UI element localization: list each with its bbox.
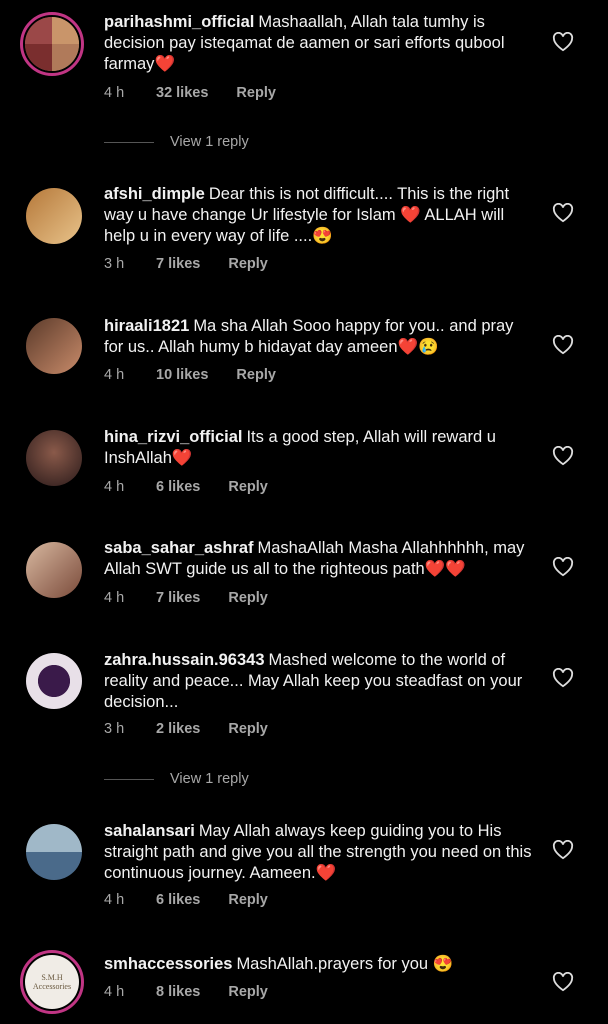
comment-meta: 4 h 6 likes Reply	[104, 479, 268, 495]
comment-likes[interactable]: 2 likes	[156, 721, 200, 737]
avatar-logo-text: S.M.H Accessories	[32, 973, 72, 991]
comment-text: hina_rizvi_official Its a good step, Alla…	[104, 427, 534, 469]
reply-button[interactable]: Reply	[228, 984, 268, 1000]
avatar[interactable]: S.M.H Accessories	[20, 950, 84, 1014]
comment-likes[interactable]: 8 likes	[156, 984, 200, 1000]
face-emoji: 😍	[312, 227, 333, 245]
comment-meta: 4 h 6 likes Reply	[104, 892, 268, 908]
reply-button[interactable]: Reply	[236, 85, 276, 101]
view-replies-button[interactable]: View 1 reply	[104, 134, 249, 150]
comment-time: 4 h	[104, 479, 125, 495]
like-heart-icon[interactable]	[552, 972, 574, 992]
comment-meta: 4 h 10 likes Reply	[104, 367, 276, 383]
like-heart-icon[interactable]	[552, 335, 574, 355]
comment-meta: 4 h 8 likes Reply	[104, 984, 268, 1000]
like-heart-icon[interactable]	[552, 557, 574, 577]
like-heart-icon[interactable]	[552, 840, 574, 860]
view-replies-label[interactable]: View 1 reply	[170, 134, 249, 150]
heart-emoji: ❤️😢	[397, 338, 439, 356]
comment-username[interactable]: saba_sahar_ashraf	[104, 539, 254, 557]
comment-meta: 4 h 7 likes Reply	[104, 590, 268, 606]
reply-button[interactable]: Reply	[228, 721, 268, 737]
comment-body: MashAllah.prayers for you	[236, 955, 429, 973]
comment-likes[interactable]: 6 likes	[156, 892, 200, 908]
comment-meta: 3 h 7 likes Reply	[104, 256, 268, 272]
comment-time: 4 h	[104, 984, 125, 1000]
comment-text: afshi_dimple Dear this is not difficult..…	[104, 184, 534, 247]
like-heart-icon[interactable]	[552, 446, 574, 466]
comment-username[interactable]: parihashmi_official	[104, 13, 254, 31]
comment-time: 3 h	[104, 256, 125, 272]
comment-meta: 3 h 2 likes Reply	[104, 721, 268, 737]
face-emoji: 😍	[432, 955, 454, 973]
avatar[interactable]	[26, 188, 82, 244]
reply-button[interactable]: Reply	[228, 892, 268, 908]
heart-emoji: ❤️	[171, 449, 193, 467]
divider-line	[104, 778, 154, 780]
comment-username[interactable]: smhaccessories	[104, 955, 232, 973]
comment-username[interactable]: zahra.hussain.96343	[104, 651, 265, 669]
comment-likes[interactable]: 7 likes	[156, 256, 200, 272]
comment-text: smhaccessories MashAllah.prayers for you …	[104, 954, 534, 975]
heart-emoji: ❤️❤️	[424, 560, 466, 578]
comment-username[interactable]: afshi_dimple	[104, 185, 205, 203]
like-heart-icon[interactable]	[552, 203, 574, 223]
reply-button[interactable]: Reply	[236, 367, 276, 383]
comment-likes[interactable]: 7 likes	[156, 590, 200, 606]
avatar[interactable]	[26, 430, 82, 486]
comment-meta: 4 h 32 likes Reply	[104, 85, 276, 101]
comment-time: 4 h	[104, 367, 125, 383]
comment-time: 3 h	[104, 721, 125, 737]
comment-likes[interactable]: 10 likes	[156, 367, 208, 383]
comment-time: 4 h	[104, 590, 125, 606]
like-heart-icon[interactable]	[552, 668, 574, 688]
avatar[interactable]	[20, 12, 84, 76]
view-replies-label[interactable]: View 1 reply	[170, 771, 249, 787]
comment-time: 4 h	[104, 85, 125, 101]
reply-button[interactable]: Reply	[228, 479, 268, 495]
comment-text: parihashmi_official Mashaallah, Allah tal…	[104, 12, 534, 75]
avatar[interactable]	[26, 824, 82, 880]
comment-likes[interactable]: 32 likes	[156, 85, 208, 101]
comment-text: saba_sahar_ashraf MashaAllah Masha Allahh…	[104, 538, 534, 580]
view-replies-button[interactable]: View 1 reply	[104, 771, 249, 787]
comment-username[interactable]: hina_rizvi_official	[104, 428, 242, 446]
comment-username[interactable]: hiraali1821	[104, 317, 189, 335]
divider-line	[104, 141, 154, 143]
avatar[interactable]	[26, 542, 82, 598]
comment-text: hiraali1821 Ma sha Allah Sooo happy for y…	[104, 316, 534, 358]
comment-likes[interactable]: 6 likes	[156, 479, 200, 495]
comment-time: 4 h	[104, 892, 125, 908]
comment-text: sahalansari May Allah always keep guiding…	[104, 821, 534, 884]
heart-emoji: ❤️	[154, 55, 175, 73]
comment-username[interactable]: sahalansari	[104, 822, 195, 840]
like-heart-icon[interactable]	[552, 32, 574, 52]
comment-text: zahra.hussain.96343 Mashed welcome to the…	[104, 650, 534, 713]
heart-emoji: ❤️	[315, 864, 337, 882]
avatar[interactable]	[26, 653, 82, 709]
reply-button[interactable]: Reply	[228, 256, 268, 272]
reply-button[interactable]: Reply	[228, 590, 268, 606]
avatar[interactable]	[26, 318, 82, 374]
